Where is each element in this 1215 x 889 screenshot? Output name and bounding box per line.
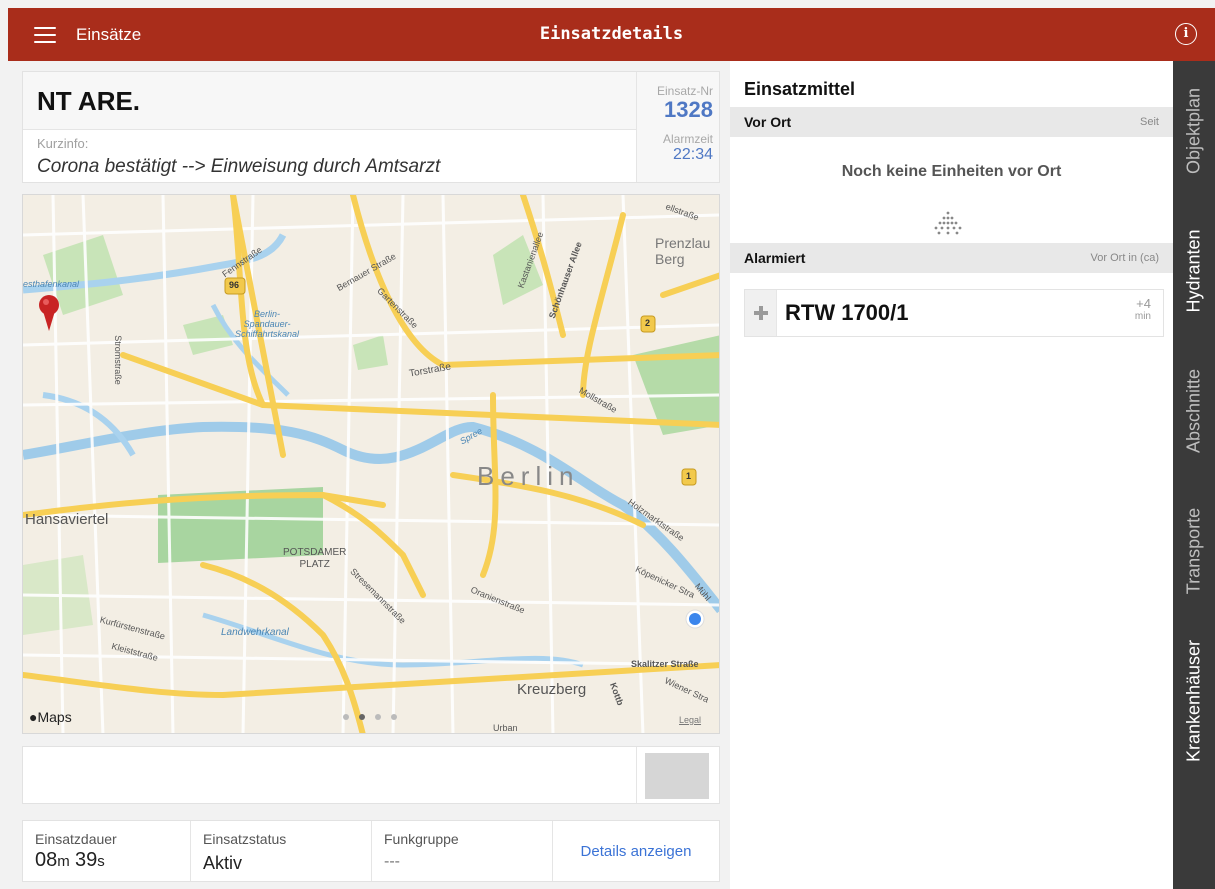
- top-nav-bar: Einsätze Einsatzdetails i: [8, 8, 1215, 61]
- tab-abschnitte[interactable]: Abschnitte: [1173, 341, 1215, 481]
- vor-ort-in-label: Vor Ort in (ca): [1090, 252, 1159, 264]
- route-badge-96: 96: [229, 280, 240, 290]
- einsatzdauer-label: Einsatzdauer: [35, 831, 117, 847]
- notes-divider: [636, 747, 637, 803]
- details-cell: Details anzeigen: [553, 821, 719, 881]
- einsatz-nr-label: Einsatz-Nr: [656, 84, 713, 98]
- map-label-westhafenkanal: esthafenkanal: [23, 279, 80, 289]
- einsatzdauer-value: 08m 39s: [35, 849, 105, 871]
- loading-dots-icon: [934, 211, 962, 235]
- map-label-prenzlauer-berg: Prenzlau Berg: [655, 235, 711, 267]
- vor-ort-empty-message: Noch keine Einheiten vor Ort: [841, 163, 1062, 180]
- incident-meta: Einsatz-Nr 1328 Alarmzeit 22:34: [636, 72, 719, 182]
- alarmiert-header: Alarmiert Vor Ort in (ca): [730, 243, 1173, 273]
- funkgruppe-value: ---: [384, 853, 400, 870]
- alarmiert-label: Alarmiert: [744, 250, 806, 266]
- map-label-skalitzer: Skalitzer Straße: [631, 659, 699, 669]
- map-legal-link[interactable]: Legal: [679, 715, 701, 725]
- route-badge-1: 1: [686, 471, 692, 481]
- funkgruppe-cell: Funkgruppe ---: [372, 821, 553, 881]
- incident-header-card: NT ARE. Kurzinfo: Corona bestätigt --> E…: [22, 71, 720, 183]
- kurzinfo-label: Kurzinfo:: [37, 136, 89, 151]
- map-label-landwehrkanal: Landwehrkanal: [221, 627, 289, 638]
- side-tabs: Objektplan Hydranten Abschnitte Transpor…: [1173, 61, 1215, 889]
- tab-transporte[interactable]: Transporte: [1173, 481, 1215, 621]
- vor-ort-header: Vor Ort Seit: [730, 107, 1173, 137]
- map-label-kreuzberg: Kreuzberg: [517, 681, 587, 698]
- tab-krankenhaeuser[interactable]: Krankenhäuser: [1173, 621, 1215, 781]
- map-label-hansaviertel: Hansaviertel: [25, 511, 109, 528]
- funkgruppe-label: Funkgruppe: [384, 831, 459, 847]
- info-icon[interactable]: i: [1175, 23, 1197, 45]
- map-label-berlin: Berlin: [477, 461, 580, 491]
- notes-card[interactable]: [22, 746, 720, 804]
- attachment-thumbnail[interactable]: [645, 753, 709, 799]
- unit-name: RTW 1700/1: [785, 300, 909, 325]
- vor-ort-label: Vor Ort: [744, 114, 792, 130]
- einsatzstatus-label: Einsatzstatus: [203, 831, 287, 847]
- einsatzstatus-cell: Einsatzstatus Aktiv: [191, 821, 372, 881]
- seit-label: Seit: [1140, 116, 1159, 128]
- maps-attribution: ●Maps: [29, 709, 72, 725]
- alarmzeit-label: Alarmzeit: [662, 132, 713, 146]
- details-anzeigen-link[interactable]: Details anzeigen: [553, 821, 719, 881]
- route-badge-2: 2: [645, 318, 651, 328]
- einsatzmittel-panel: Einsatzmittel Vor Ort Seit Noch keine Ei…: [730, 61, 1173, 889]
- einsatz-nr-value: 1328: [664, 97, 713, 122]
- tab-objektplan[interactable]: Objektplan: [1173, 61, 1215, 201]
- map-label-potsdamer-platz: POTSDAMER PLATZ: [283, 547, 347, 570]
- einsatzdauer-cell: Einsatzdauer 08m 39s: [23, 821, 191, 881]
- incident-map[interactable]: Berlin Prenzlau Berg Hansaviertel Kreuzb…: [22, 194, 720, 734]
- unit-eta: +4 min: [1134, 296, 1151, 322]
- map-label-stromstrasse: Stromstraße: [112, 335, 123, 385]
- einsatzstatus-value: Aktiv: [203, 853, 243, 873]
- incident-name: NT ARE.: [37, 86, 141, 116]
- status-card: Einsatzdauer 08m 39s Einsatzstatus Aktiv…: [22, 820, 720, 882]
- alarmzeit-value: 22:34: [672, 146, 713, 163]
- plus-icon[interactable]: [745, 290, 777, 336]
- page-title: Einsatzdetails: [539, 24, 684, 44]
- map-label-urban: Urban: [493, 723, 518, 733]
- kurzinfo-text: Corona bestätigt --> Einweisung durch Am…: [37, 156, 441, 177]
- einsatzmittel-title: Einsatzmittel: [744, 79, 856, 99]
- unit-row[interactable]: RTW 1700/1 +4 min: [744, 289, 1164, 337]
- tab-hydranten[interactable]: Hydranten: [1173, 201, 1215, 341]
- map-label-spandauer-kanal: Berlin- Spandauer- Schiffahrtskanal: [235, 309, 300, 339]
